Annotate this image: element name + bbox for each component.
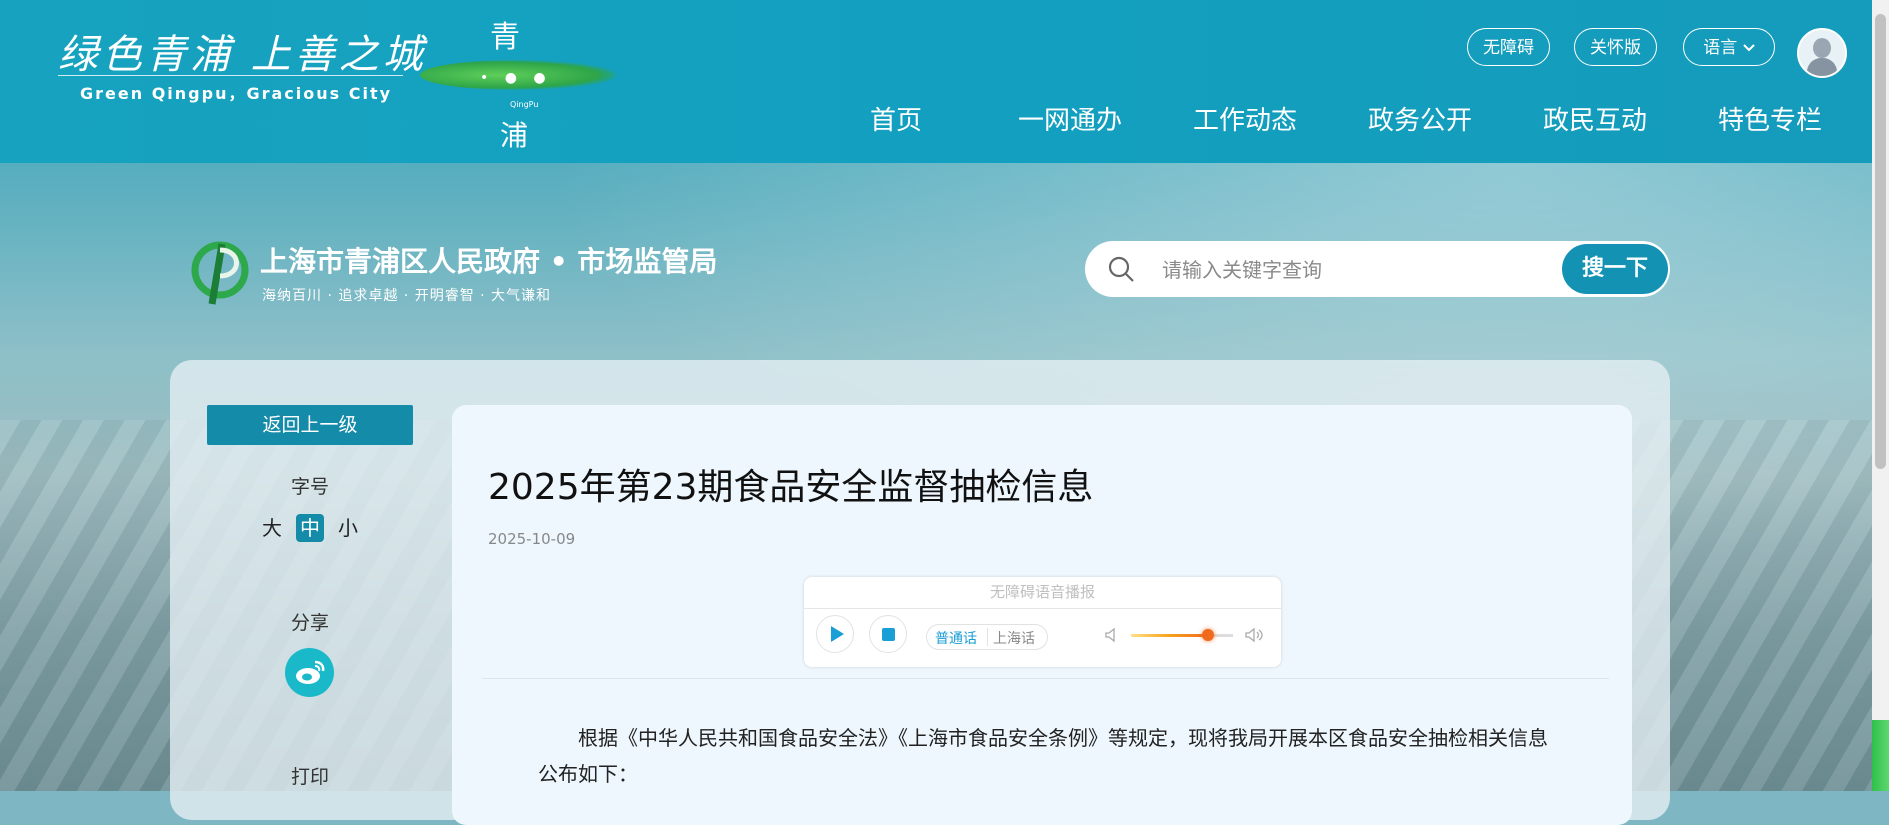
volume-slider-fill xyxy=(1131,634,1208,637)
volume-slider-knob[interactable] xyxy=(1201,629,1214,641)
back-button[interactable]: 返回上一级 xyxy=(207,405,413,445)
user-avatar[interactable] xyxy=(1797,28,1847,78)
search-button[interactable]: 搜一下 xyxy=(1562,244,1668,294)
search-input[interactable] xyxy=(1160,249,1544,291)
site-motto: 海纳百川 · 追求卓越 · 开明睿智 · 大气谦和 xyxy=(262,288,552,304)
article-divider xyxy=(482,678,1609,679)
dialect-mandarin[interactable]: 普通话 xyxy=(935,628,977,648)
nav-item-gov-open[interactable]: 政务公开 xyxy=(1368,100,1472,137)
voice-player-title: 无障碍语音播报 xyxy=(989,583,1095,601)
language-dropdown[interactable]: 语言 xyxy=(1683,28,1775,66)
play-icon xyxy=(831,626,844,642)
nav-item-work-news[interactable]: 工作动态 xyxy=(1193,100,1297,137)
share-label: 分享 xyxy=(290,612,329,634)
main-nav: 首页 一网通办 工作动态 政务公开 政民互动 特色专栏 xyxy=(850,100,1850,140)
page-scrollbar[interactable] xyxy=(1872,0,1889,791)
site-logo-icon xyxy=(191,241,249,305)
avatar-head xyxy=(1813,38,1831,58)
qingpu-logo-top-char: 青 xyxy=(490,20,520,55)
top-header: 绿色青浦 上善之城 Green Qingpu，Gracious City 青 •… xyxy=(0,0,1872,163)
font-size-medium[interactable]: 中 xyxy=(296,514,324,542)
slogan-divider xyxy=(58,75,403,76)
search-icon xyxy=(1108,256,1134,282)
nav-item-interaction[interactable]: 政民互动 xyxy=(1543,100,1647,137)
weibo-share-button[interactable] xyxy=(285,648,334,697)
dialect-switch: 普通话 上海话 xyxy=(926,624,1048,650)
scrollbar-indicator xyxy=(1872,720,1889,791)
qingpu-logo: 青 • ● ● QingPu 浦 xyxy=(420,8,620,153)
slogan-chinese: 绿色青浦 上善之城 xyxy=(58,32,427,78)
font-size-large[interactable]: 大 xyxy=(258,514,286,542)
volume-slider[interactable] xyxy=(1131,629,1233,641)
voice-player-divider xyxy=(804,608,1281,609)
dialect-shanghainese[interactable]: 上海话 xyxy=(993,628,1035,648)
volume-low-icon xyxy=(1105,627,1115,643)
qingpu-logo-dots: • ● ● xyxy=(480,70,552,86)
play-button[interactable] xyxy=(816,615,854,653)
avatar-body xyxy=(1807,58,1837,76)
scrollbar-thumb[interactable] xyxy=(1875,14,1886,469)
nav-item-one-net[interactable]: 一网通办 xyxy=(1018,100,1122,137)
chevron-down-icon xyxy=(1742,44,1755,52)
qingpu-logo-bottom-char: 浦 xyxy=(500,119,529,152)
article-title: 2025年第23期食品安全监督抽检信息 xyxy=(488,467,1094,508)
font-size-selector: 大 中 小 xyxy=(258,514,368,544)
stop-icon xyxy=(882,628,895,641)
font-size-label: 字号 xyxy=(290,476,329,498)
accessibility-button[interactable]: 无障碍 xyxy=(1467,28,1550,66)
weibo-icon xyxy=(296,660,325,684)
article-body: 根据《中华人民共和国食品安全法》《上海市食品安全条例》等规定，现将我局开展本区食… xyxy=(538,726,1548,786)
elder-mode-button[interactable]: 关怀版 xyxy=(1574,28,1657,66)
nav-item-home[interactable]: 首页 xyxy=(870,100,922,137)
voice-player: 无障碍语音播报 普通话 上海话 xyxy=(804,577,1281,667)
nav-item-special[interactable]: 特色专栏 xyxy=(1718,100,1822,137)
stop-button[interactable] xyxy=(869,615,907,653)
slogan-english: Green Qingpu，Gracious City xyxy=(80,84,393,103)
language-label: 语言 xyxy=(1703,38,1738,58)
search-bar: 搜一下 xyxy=(1085,241,1670,297)
site-title: 上海市青浦区人民政府 • 市场监管局 xyxy=(260,245,718,278)
font-size-small[interactable]: 小 xyxy=(334,514,362,542)
article-date: 2025-10-09 xyxy=(488,530,576,548)
qingpu-logo-small-text: QingPu xyxy=(510,100,539,109)
dialect-separator xyxy=(987,628,988,646)
print-label[interactable]: 打印 xyxy=(207,762,413,789)
volume-high-icon xyxy=(1245,627,1263,643)
